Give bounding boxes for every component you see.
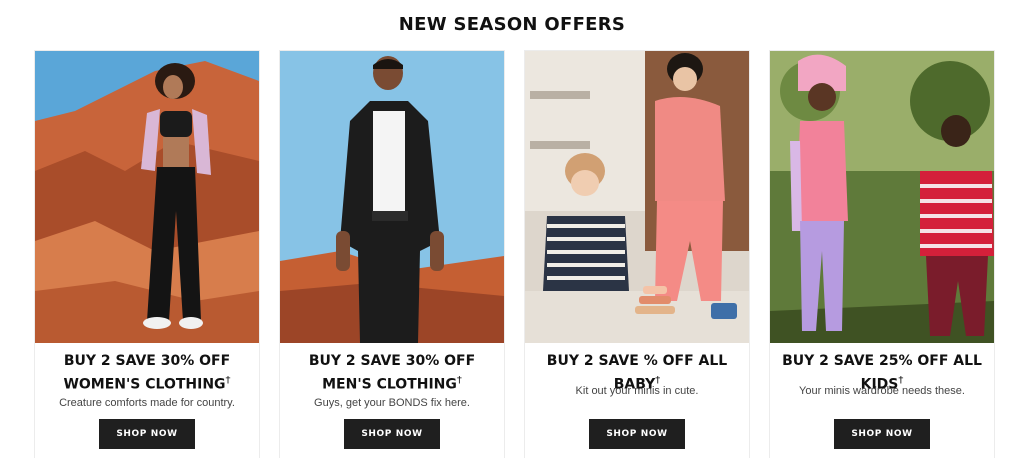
card-headline: BUY 2 SAVE 30% OFF WOMEN'S CLOTHING†: [63, 353, 231, 393]
shop-now-button[interactable]: SHOP NOW: [589, 419, 685, 449]
offer-card-kids[interactable]: BUY 2 SAVE 25% OFF ALL KIDS† Your minis …: [769, 50, 995, 458]
baby-promo-image[interactable]: [525, 51, 749, 343]
offer-card-mens[interactable]: BUY 2 SAVE 30% OFF MEN'S CLOTHING† Guys,…: [279, 50, 505, 458]
offer-card-womens[interactable]: BUY 2 SAVE 30% OFF WOMEN'S CLOTHING† Cre…: [34, 50, 260, 458]
mens-promo-image[interactable]: [280, 51, 504, 343]
card-subtext: Kit out your minis in cute.: [575, 385, 699, 397]
card-subtext: Your minis wardrobe needs these.: [799, 385, 965, 397]
shop-now-button[interactable]: SHOP NOW: [344, 419, 440, 449]
card-headline: BUY 2 SAVE 30% OFF MEN'S CLOTHING†: [308, 353, 476, 393]
card-subtext: Creature comforts made for country.: [59, 397, 235, 409]
offer-card-baby[interactable]: BUY 2 SAVE % OFF ALL BABY† Kit out your …: [524, 50, 750, 458]
shop-now-button[interactable]: SHOP NOW: [834, 419, 930, 449]
section-title: NEW SEASON OFFERS: [398, 14, 626, 35]
womens-promo-image[interactable]: [35, 51, 259, 343]
kids-promo-image[interactable]: [770, 51, 994, 343]
shop-now-button[interactable]: SHOP NOW: [99, 419, 195, 449]
card-subtext: Guys, get your BONDS fix here.: [314, 397, 470, 409]
